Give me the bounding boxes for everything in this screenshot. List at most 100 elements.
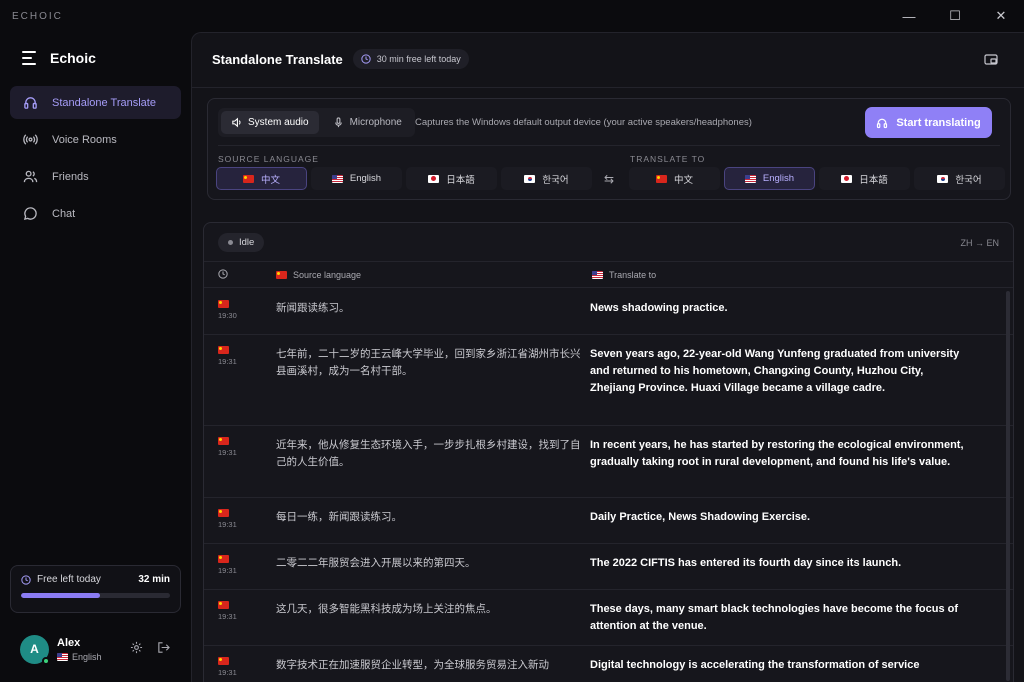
source-language-selector: 中文 English 日本語 한국어 (216, 167, 592, 190)
speaker-icon (232, 117, 241, 128)
status-label: Idle (239, 237, 255, 248)
us-flag-icon (592, 270, 603, 279)
row-source-text: 数字技术正在加速服贸企业转型，为全球服务贸易注入新动 (276, 659, 549, 671)
us-flag-icon (57, 652, 68, 661)
audio-source-hint: Captures the Windows default output devi… (415, 117, 752, 128)
row-source-text: 二零二二年服贸会进入开展以来的第四天。 (276, 557, 476, 569)
row-time: 19:31 (218, 555, 237, 575)
transcript-row[interactable]: 19:31 二零二二年服贸会进入开展以来的第四天。 The 2022 CIFTI… (204, 544, 1013, 590)
microphone-button[interactable]: Microphone (323, 111, 412, 134)
users-icon (22, 169, 38, 185)
system-audio-button[interactable]: System audio (221, 111, 319, 134)
sidebar-item-voice-rooms[interactable]: Voice Rooms (10, 123, 181, 156)
broadcast-icon (22, 132, 38, 148)
swap-languages-icon[interactable]: ⇆ (604, 172, 614, 186)
free-time-label: Free left today (37, 574, 101, 585)
page-title: Standalone Translate (212, 51, 343, 67)
transcript-row[interactable]: 19:31 每日一练，新闻跟读练习。 Daily Practice, News … (204, 498, 1013, 544)
header-divider (192, 87, 1024, 88)
target-column-header: Translate to (592, 270, 656, 280)
main-panel: Standalone Translate 30 min free left to… (191, 32, 1024, 682)
source-lang-ko[interactable]: 한국어 (501, 167, 592, 190)
picture-in-picture-icon[interactable] (984, 53, 1000, 69)
page-header: Standalone Translate 30 min free left to… (212, 49, 469, 69)
source-column-label: Source language (293, 269, 362, 280)
system-audio-label: System audio (248, 117, 309, 128)
settings-gear-icon[interactable] (130, 641, 143, 657)
row-time-label: 19:31 (218, 520, 237, 529)
cn-flag-icon (218, 657, 229, 665)
row-source-text: 近年来，他从修复生态环境入手，一步步扎根乡村建设，找到了自己的人生价值。 (276, 439, 581, 468)
row-time: 19:31 (218, 437, 237, 457)
cn-flag-icon (655, 174, 667, 183)
target-column-label: Translate to (609, 269, 657, 280)
free-time-progress-fill (21, 593, 100, 598)
logout-icon[interactable] (157, 641, 170, 657)
lang-label: English (762, 173, 795, 184)
free-time-progress-bar (21, 593, 170, 598)
transcript-row[interactable]: 19:31 七年前，二十二岁的王云峰大学毕业，回到家乡浙江省湖州市长兴县画溪村，… (204, 335, 1013, 426)
microphone-icon (334, 117, 342, 128)
transcript-row[interactable]: 19:31 近年来，他从修复生态环境入手，一步步扎根乡村建设，找到了自己的人生价… (204, 426, 1013, 498)
row-time: 19:31 (218, 657, 237, 677)
online-status-dot (42, 656, 50, 665)
target-lang-ja[interactable]: 日本語 (819, 167, 910, 190)
translation-controls: System audio Microphone Captures the Win… (207, 98, 1011, 200)
row-time: 19:31 (218, 509, 237, 529)
row-source-text: 这几天，很多智能黑科技成为场上关注的焦点。 (276, 603, 497, 615)
kr-flag-icon (937, 174, 949, 183)
target-lang-en[interactable]: English (724, 167, 815, 190)
transcript-header: Source language Translate to (204, 261, 1013, 288)
free-time-pill: 30 min free left today (352, 49, 469, 69)
kr-flag-icon (524, 174, 536, 183)
source-lang-ja[interactable]: 日本語 (406, 167, 497, 190)
cn-flag-icon (218, 601, 229, 609)
source-lang-en[interactable]: English (311, 167, 402, 190)
row-time-label: 19:31 (218, 357, 237, 366)
target-lang-ko[interactable]: 한국어 (914, 167, 1005, 190)
sidebar-item-chat[interactable]: Chat (10, 197, 181, 230)
row-time-label: 19:31 (218, 612, 237, 621)
lang-label: 日本語 (446, 174, 475, 186)
row-translated-text: Daily Practice, News Shadowing Exercise. (590, 511, 811, 523)
target-language-heading: TRANSLATE TO (630, 154, 706, 164)
menu-icon[interactable] (22, 51, 38, 65)
row-time-label: 19:31 (218, 566, 237, 575)
source-column-header: Source language (276, 270, 361, 280)
maximize-button[interactable]: ☐ (932, 0, 978, 32)
user-profile: A Alex English (20, 632, 180, 666)
source-lang-zh[interactable]: 中文 (216, 167, 307, 190)
lang-label: English (349, 173, 382, 184)
jp-flag-icon (428, 174, 440, 183)
jp-flag-icon (841, 174, 853, 183)
lang-label: 日本語 (859, 174, 888, 186)
transcript-row[interactable]: 19:30 新闻跟读练习。 News shadowing practice. (204, 289, 1013, 335)
chat-bubble-icon (22, 206, 38, 222)
lang-label: 中文 (673, 174, 693, 186)
cn-flag-icon (218, 346, 229, 354)
controls-divider (218, 145, 1000, 146)
transcript-row[interactable]: 19:31 这几天，很多智能黑科技成为场上关注的焦点。 These days, … (204, 590, 1013, 646)
lang-label: 한국어 (542, 174, 569, 186)
close-button[interactable]: ✕ (978, 0, 1024, 32)
free-time-pill-label: 30 min free left today (376, 54, 461, 64)
clock-icon (361, 54, 371, 64)
title-bar: ECHOIC — ☐ ✕ (0, 0, 1024, 32)
row-time-label: 19:31 (218, 448, 237, 457)
user-name: Alex (57, 636, 81, 649)
clock-icon (218, 268, 228, 281)
headphones-icon (877, 118, 888, 128)
start-translating-button[interactable]: Start translating (865, 107, 992, 138)
row-source-text: 七年前，二十二岁的王云峰大学毕业，回到家乡浙江省湖州市长兴县画溪村，成为一名村干… (276, 348, 581, 377)
window-controls: — ☐ ✕ (886, 0, 1024, 32)
status-badge: Idle (218, 233, 265, 252)
minimize-button[interactable]: — (886, 0, 932, 32)
target-lang-zh[interactable]: 中文 (629, 167, 720, 190)
avatar[interactable]: A (20, 634, 50, 665)
transcript-scrollbar[interactable] (1006, 291, 1010, 681)
avatar-initial: A (30, 642, 39, 656)
sidebar-nav: Standalone Translate Voice Rooms Friends… (10, 86, 181, 234)
sidebar-item-friends[interactable]: Friends (10, 160, 181, 193)
transcript-row[interactable]: 19:31 数字技术正在加速服贸企业转型，为全球服务贸易注入新动 Digital… (204, 646, 1013, 682)
sidebar-item-standalone-translate[interactable]: Standalone Translate (10, 86, 181, 119)
